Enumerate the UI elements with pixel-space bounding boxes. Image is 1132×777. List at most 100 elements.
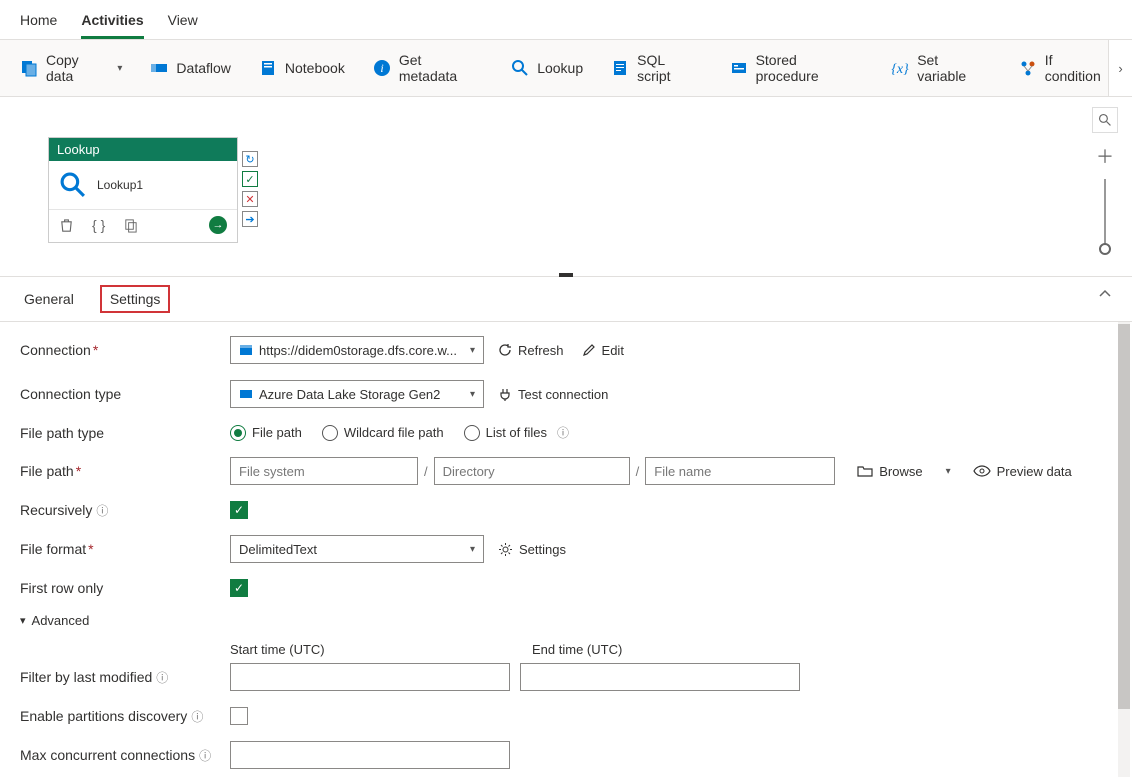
file-format-select[interactable]: DelimitedText ▾ — [230, 535, 484, 563]
adls-icon — [239, 387, 253, 401]
file-name-input[interactable] — [645, 457, 835, 485]
path-separator: / — [424, 464, 428, 479]
chevron-down-icon: ▾ — [117, 63, 122, 74]
connection-select[interactable]: https://didem0storage.dfs.core.w... ▾ — [230, 336, 484, 364]
ribbon-if-condition[interactable]: If condition — [1013, 48, 1118, 88]
test-connection-button[interactable]: Test connection — [494, 385, 612, 404]
chevron-down-icon: ▾ — [470, 345, 475, 356]
radio-file-path[interactable]: File path — [230, 425, 302, 441]
tab-general[interactable]: General — [20, 285, 78, 313]
browse-dropdown[interactable]: ▾ — [937, 460, 959, 482]
zoom-slider[interactable] — [1104, 179, 1106, 249]
pipeline-canvas[interactable]: Lookup Lookup1 { } → ↻ ✓ ✕ ➔ ＋ — [0, 97, 1132, 277]
chevron-down-icon: ▾ — [470, 544, 475, 555]
info-icon[interactable]: ⓘ — [191, 710, 203, 724]
tab-view[interactable]: View — [168, 8, 198, 39]
ribbon-label: SQL script — [637, 52, 701, 84]
settings-pane: Connection* https://didem0storage.dfs.co… — [0, 322, 1132, 777]
max-concurrent-connections-input[interactable] — [230, 741, 510, 769]
skip-handle[interactable]: ➔ — [242, 211, 258, 227]
radio-icon — [322, 425, 338, 441]
canvas-controls: ＋ — [1092, 107, 1118, 249]
refresh-button[interactable]: Refresh — [494, 341, 568, 360]
radio-list-of-files[interactable]: List of filesⓘ — [464, 424, 569, 441]
ribbon-set-variable[interactable]: {x} Set variable — [885, 48, 997, 88]
pencil-icon — [582, 343, 596, 357]
partitions-discovery-checkbox[interactable]: ✓ — [230, 707, 248, 725]
first-row-only-checkbox[interactable]: ✓ — [230, 579, 248, 597]
file-path-type-radios: File path Wildcard file path List of fil… — [230, 424, 569, 441]
label-file-format: File format* — [20, 541, 220, 557]
svg-text:i: i — [380, 61, 383, 75]
ribbon-dataflow[interactable]: Dataflow — [144, 55, 236, 81]
collapse-panel-button[interactable] — [1098, 287, 1112, 301]
preview-data-button[interactable]: Preview data — [969, 462, 1076, 481]
chevron-right-icon: › — [1118, 61, 1122, 76]
copy-icon[interactable] — [123, 218, 138, 233]
tab-settings[interactable]: Settings — [100, 285, 171, 313]
datastore-icon — [239, 343, 253, 357]
stored-procedure-icon — [730, 59, 748, 77]
trash-icon[interactable] — [59, 218, 74, 233]
branch-icon — [1019, 59, 1037, 77]
file-system-input[interactable] — [230, 457, 418, 485]
tab-home[interactable]: Home — [20, 8, 57, 39]
ribbon-notebook[interactable]: Notebook — [253, 55, 351, 81]
edit-label: Edit — [602, 343, 624, 358]
vertical-scrollbar-thumb[interactable] — [1118, 324, 1130, 709]
ribbon-get-metadata[interactable]: i Get metadata — [367, 48, 489, 88]
gear-icon — [498, 542, 513, 557]
activity-name: Lookup1 — [97, 178, 143, 192]
info-icon[interactable]: ⓘ — [96, 504, 108, 518]
ribbon-label: Notebook — [285, 60, 345, 76]
tab-activities[interactable]: Activities — [81, 8, 143, 39]
info-icon[interactable]: ⓘ — [557, 424, 569, 441]
canvas-zoom-in-button[interactable]: ＋ — [1092, 143, 1118, 169]
format-settings-label: Settings — [519, 542, 566, 557]
connection-type-select[interactable]: Azure Data Lake Storage Gen2 ▾ — [230, 380, 484, 408]
label-start-time: Start time (UTC) — [230, 642, 522, 657]
success-output-icon[interactable]: → — [209, 216, 227, 234]
ribbon-lookup[interactable]: Lookup — [505, 55, 589, 81]
dataflow-icon — [150, 59, 168, 77]
connection-value: https://didem0storage.dfs.core.w... — [259, 343, 457, 358]
canvas-search-button[interactable] — [1092, 107, 1118, 133]
directory-input[interactable] — [434, 457, 630, 485]
error-handle[interactable]: ✕ — [242, 191, 258, 207]
radio-wildcard[interactable]: Wildcard file path — [322, 425, 444, 441]
label-end-time: End time (UTC) — [532, 642, 622, 657]
zoom-thumb[interactable] — [1099, 243, 1111, 255]
format-settings-button[interactable]: Settings — [494, 540, 570, 559]
label-max-concurrent-connections: Max concurrent connectionsⓘ — [20, 747, 220, 764]
validation-handle[interactable]: ✓ — [242, 171, 258, 187]
detail-tab-bar: General Settings — [0, 277, 1132, 322]
folder-icon — [857, 464, 873, 478]
ribbon-scroll-right[interactable]: › — [1108, 40, 1132, 96]
activity-type-label: Lookup — [49, 138, 237, 161]
edit-button[interactable]: Edit — [578, 341, 628, 360]
browse-label: Browse — [879, 464, 922, 479]
connection-type-value: Azure Data Lake Storage Gen2 — [259, 387, 440, 402]
end-time-input[interactable] — [520, 663, 800, 691]
copy-data-icon — [20, 59, 38, 77]
top-tab-bar: Home Activities View — [0, 0, 1132, 40]
ribbon-stored-procedure[interactable]: Stored procedure — [724, 48, 870, 88]
recursively-checkbox[interactable]: ✓ — [230, 501, 248, 519]
deactivate-handle[interactable]: ↻ — [242, 151, 258, 167]
label-connection: Connection* — [20, 342, 220, 358]
advanced-toggle[interactable]: ▾ Advanced — [20, 613, 220, 628]
label-file-path: File path* — [20, 463, 220, 479]
ribbon-copy-data[interactable]: Copy data ▾ — [14, 48, 128, 88]
ribbon-sql-script[interactable]: SQL script — [605, 48, 707, 88]
info-icon[interactable]: ⓘ — [156, 671, 168, 685]
path-separator: / — [636, 464, 640, 479]
code-braces-icon[interactable]: { } — [92, 217, 105, 233]
activity-node-lookup[interactable]: Lookup Lookup1 { } → — [48, 137, 238, 243]
browse-button[interactable]: Browse — [853, 462, 926, 481]
ribbon-label: Get metadata — [399, 52, 483, 84]
chevron-down-icon: ▾ — [470, 389, 475, 400]
refresh-icon — [498, 343, 512, 357]
label-filter-by-last-modified: Filter by last modifiedⓘ — [20, 669, 220, 686]
search-icon — [511, 59, 529, 77]
start-time-input[interactable] — [230, 663, 510, 691]
